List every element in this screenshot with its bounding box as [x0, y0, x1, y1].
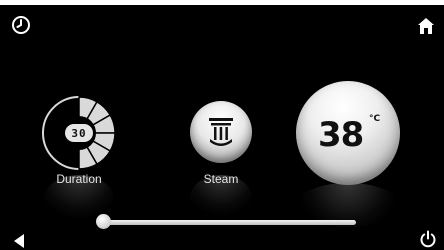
power-button[interactable]	[415, 226, 441, 250]
back-arrow-icon	[12, 233, 26, 249]
control-screen: 30 Duration Steam 38 °C	[0, 5, 444, 250]
temperature-value: 38	[318, 115, 364, 155]
back-button[interactable]	[6, 228, 32, 250]
duration-dial[interactable]: 30	[41, 95, 117, 171]
home-button[interactable]	[413, 13, 439, 39]
steam-shower-icon	[209, 118, 233, 146]
steam-button[interactable]	[190, 101, 252, 163]
temperature-display[interactable]: 38 °C	[296, 81, 400, 185]
clock-icon	[11, 15, 31, 35]
level-slider-thumb[interactable]	[95, 214, 111, 229]
steam-label: Steam	[203, 172, 239, 186]
duration-label: Duration	[56, 172, 102, 186]
level-slider-track[interactable]	[103, 220, 356, 225]
home-icon	[417, 17, 435, 35]
clock-button[interactable]	[8, 12, 34, 38]
duration-value: 30	[71, 126, 87, 140]
temperature-unit: °C	[369, 114, 381, 124]
power-icon	[419, 230, 437, 248]
